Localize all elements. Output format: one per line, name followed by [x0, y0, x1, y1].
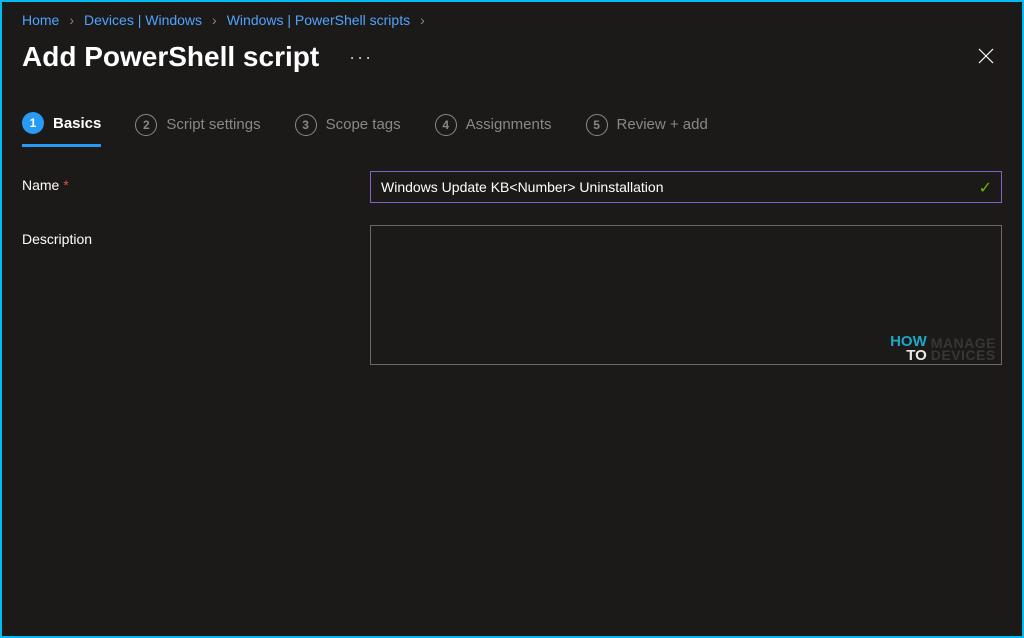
wizard-tabs: 1 Basics 2 Script settings 3 Scope tags … — [2, 94, 1022, 147]
tab-script-settings[interactable]: 2 Script settings — [135, 114, 260, 146]
breadcrumb: Home › Devices | Windows › Windows | Pow… — [2, 2, 1022, 34]
header: Add PowerShell script ··· — [2, 34, 1022, 94]
description-label: Description — [22, 225, 370, 370]
breadcrumb-home[interactable]: Home — [22, 12, 59, 28]
tab-step-number: 5 — [586, 114, 608, 136]
tab-assignments[interactable]: 4 Assignments — [435, 114, 552, 146]
close-icon — [978, 48, 994, 64]
page-title: Add PowerShell script — [22, 41, 319, 73]
form-row-name: Name* ✓ — [22, 171, 1002, 203]
tab-label: Scope tags — [326, 116, 401, 133]
close-button[interactable] — [970, 40, 1002, 74]
name-label: Name* — [22, 171, 370, 203]
tab-label: Basics — [53, 115, 101, 132]
form-basics: Name* ✓ Description HOW TO MANAGE DEVICE… — [2, 147, 1022, 416]
tab-label: Review + add — [617, 116, 708, 133]
form-row-description: Description HOW TO MANAGE DEVICES — [22, 225, 1002, 370]
tab-scope-tags[interactable]: 3 Scope tags — [295, 114, 401, 146]
description-control: HOW TO MANAGE DEVICES — [370, 225, 1002, 370]
description-input[interactable] — [370, 225, 1002, 365]
tab-review-add[interactable]: 5 Review + add — [586, 114, 708, 146]
name-input[interactable] — [370, 171, 1002, 203]
tab-label: Assignments — [466, 116, 552, 133]
tab-basics[interactable]: 1 Basics — [22, 112, 101, 147]
name-control: ✓ — [370, 171, 1002, 203]
tab-label: Script settings — [166, 116, 260, 133]
chevron-right-icon: › — [420, 12, 425, 28]
tab-step-number: 4 — [435, 114, 457, 136]
chevron-right-icon: › — [69, 12, 74, 28]
tab-step-number: 2 — [135, 114, 157, 136]
more-options-button[interactable]: ··· — [349, 47, 373, 68]
breadcrumb-devices-windows[interactable]: Devices | Windows — [84, 12, 202, 28]
label-text: Name — [22, 177, 59, 193]
check-icon: ✓ — [979, 178, 992, 198]
required-indicator: * — [63, 177, 68, 193]
breadcrumb-powershell-scripts[interactable]: Windows | PowerShell scripts — [227, 12, 410, 28]
chevron-right-icon: › — [212, 12, 217, 28]
tab-step-number: 1 — [22, 112, 44, 134]
tab-step-number: 3 — [295, 114, 317, 136]
